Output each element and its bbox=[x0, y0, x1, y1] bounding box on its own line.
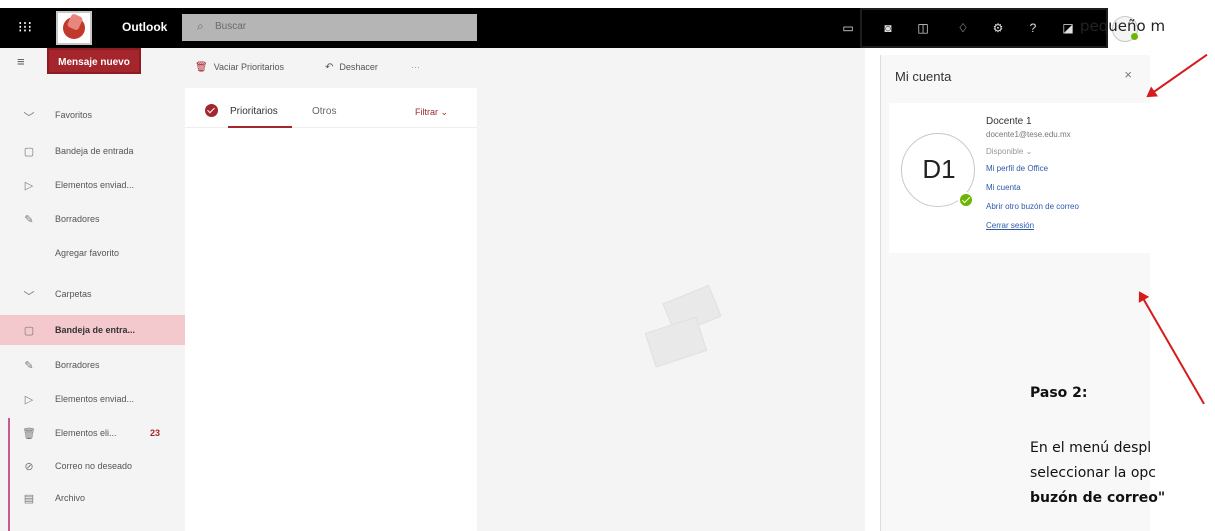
add-favorite-link[interactable]: Agregar favorito bbox=[0, 238, 185, 268]
search-placeholder: Buscar bbox=[215, 21, 247, 32]
my-account-panel: Mi cuenta × D1 Docente 1 docente1@tese.e… bbox=[880, 55, 1151, 531]
envelope-illustration-icon bbox=[644, 316, 708, 368]
filter-button[interactable]: Filtrar ⌄ bbox=[415, 107, 448, 118]
organization-logo bbox=[56, 11, 92, 45]
pencil-icon: ✎ bbox=[24, 360, 34, 372]
trash-icon: 🗑 bbox=[195, 62, 208, 73]
select-all-check-icon[interactable] bbox=[205, 104, 218, 117]
favorite-label: Borradores bbox=[55, 214, 100, 224]
panel-title: Mi cuenta bbox=[895, 69, 952, 84]
tab-other[interactable]: Otros bbox=[312, 106, 336, 117]
step-text-line: seleccionar la opc bbox=[1030, 465, 1156, 481]
user-name: Docente 1 bbox=[986, 116, 1032, 127]
folder-item-inbox[interactable]: ▢ Bandeja de entra... bbox=[0, 315, 185, 345]
app-launcher-icon[interactable]: ⁝⁝⁝ bbox=[16, 19, 34, 37]
office-profile-link[interactable]: Mi perfil de Office bbox=[986, 164, 1048, 173]
undo-icon: ↶ bbox=[325, 62, 334, 73]
inbox-pivot: Prioritarios Otros Filtrar ⌄ bbox=[185, 88, 477, 128]
teams-icon[interactable]: ◫ bbox=[915, 20, 931, 36]
favorite-item-inbox[interactable]: ▢ Bandeja de entrada bbox=[0, 136, 185, 166]
folders-header[interactable]: ﹀ Carpetas bbox=[0, 279, 185, 309]
favorite-label: Bandeja de entrada bbox=[55, 146, 134, 156]
add-favorite-label: Agregar favorito bbox=[55, 248, 120, 258]
archive-icon: ▤ bbox=[23, 493, 35, 505]
new-message-button[interactable]: Mensaje nuevo bbox=[47, 48, 141, 74]
empty-focused-button[interactable]: 🗑 Vaciar Prioritarios bbox=[195, 62, 284, 73]
chevron-down-icon: ﹀ bbox=[23, 291, 35, 303]
favorites-label: Favoritos bbox=[55, 110, 93, 120]
folder-label: Elementos eli... bbox=[55, 428, 117, 438]
step-title: Paso 2: bbox=[1030, 385, 1088, 401]
block-icon: ⊘ bbox=[24, 461, 34, 473]
logo-mark bbox=[63, 17, 85, 39]
favorites-header[interactable]: ﹀ Favoritos bbox=[0, 100, 185, 130]
my-account-link[interactable]: Mi cuenta bbox=[986, 183, 1021, 192]
step-text-line: buzón de correo" bbox=[1030, 490, 1166, 506]
status-dropdown[interactable]: Disponible ⌄ bbox=[986, 147, 1032, 156]
unread-count-badge: 23 bbox=[150, 428, 161, 438]
send-icon: ▷ bbox=[24, 180, 34, 192]
command-bar: 🗑 Vaciar Prioritarios ↶ Deshacer ··· bbox=[185, 48, 865, 88]
send-icon: ▷ bbox=[24, 394, 34, 406]
sign-out-link[interactable]: Cerrar sesión bbox=[986, 221, 1034, 230]
close-icon[interactable]: × bbox=[1124, 67, 1132, 82]
folder-label: Elementos enviad... bbox=[55, 394, 135, 404]
search-icon: ⌕ bbox=[197, 19, 204, 33]
message-list: Prioritarios Otros Filtrar ⌄ bbox=[185, 88, 477, 531]
top-bar-dark: ⁝⁝⁝ Outlook ⌕ Buscar ▭ ◙ ◫ ♢ ⚙ ? ◪ bbox=[0, 8, 1108, 48]
folder-item-archive[interactable]: ▤ Archivo bbox=[0, 483, 185, 513]
meet-now-icon[interactable]: ▭ bbox=[840, 20, 856, 36]
app-name[interactable]: Outlook bbox=[122, 20, 167, 34]
favorite-item-drafts[interactable]: ✎ Borradores bbox=[0, 204, 185, 234]
search-box[interactable]: ⌕ Buscar bbox=[182, 14, 477, 41]
favorite-item-sent[interactable]: ▷ Elementos enviad... bbox=[0, 170, 185, 200]
account-card: D1 Docente 1 docente1@tese.edu.mx Dispon… bbox=[889, 103, 1151, 253]
step-text-line: En el menú despl bbox=[1030, 440, 1152, 456]
chevron-down-icon: ﹀ bbox=[23, 112, 35, 124]
user-email: docente1@tese.edu.mx bbox=[986, 130, 1071, 139]
filter-label: Filtrar bbox=[415, 107, 438, 117]
folder-label: Bandeja de entra... bbox=[55, 325, 136, 335]
avatar-initials: D1 bbox=[922, 154, 956, 184]
folder-item-deleted[interactable]: 🗑 Elementos eli... 23 bbox=[0, 418, 185, 448]
folder-label: Archivo bbox=[55, 493, 86, 503]
inbox-icon: ▢ bbox=[23, 325, 35, 337]
pencil-icon: ✎ bbox=[24, 214, 34, 226]
annotation-top-text: pequeño m bbox=[1080, 17, 1166, 35]
folder-label: Borradores bbox=[55, 360, 100, 370]
trash-icon: 🗑 bbox=[22, 428, 36, 440]
status-label: Disponible bbox=[986, 147, 1024, 156]
profile-avatar[interactable]: D1 bbox=[901, 133, 975, 208]
more-options-button[interactable]: ··· bbox=[411, 62, 420, 72]
folder-item-drafts[interactable]: ✎ Borradores bbox=[0, 350, 185, 380]
folders-label: Carpetas bbox=[55, 289, 92, 299]
folder-item-sent[interactable]: ▷ Elementos enviad... bbox=[0, 384, 185, 414]
folder-label: Correo no deseado bbox=[55, 461, 133, 471]
folder-item-junk[interactable]: ⊘ Correo no deseado bbox=[0, 451, 185, 481]
settings-gear-icon[interactable]: ⚙ bbox=[990, 20, 1006, 36]
top-bar: ⁝⁝⁝ Outlook ⌕ Buscar ▭ ◙ ◫ ♢ ⚙ ? ◪ bbox=[0, 8, 1215, 48]
skype-icon[interactable]: ◙ bbox=[880, 20, 896, 36]
document-margin bbox=[1150, 55, 1215, 531]
favorite-label: Elementos enviad... bbox=[55, 180, 135, 190]
inbox-icon: ▢ bbox=[23, 146, 35, 158]
active-tab-underline bbox=[228, 126, 292, 128]
presence-available-icon bbox=[958, 192, 974, 208]
help-icon[interactable]: ? bbox=[1025, 20, 1041, 36]
feedback-icon[interactable]: ◪ bbox=[1060, 20, 1076, 36]
open-other-mailbox-link[interactable]: Abrir otro buzón de correo bbox=[986, 202, 1079, 211]
reading-pane bbox=[477, 88, 865, 531]
undo-button[interactable]: ↶ Deshacer bbox=[325, 62, 378, 73]
notifications-bell-icon[interactable]: ♢ bbox=[955, 20, 971, 36]
empty-focused-label: Vaciar Prioritarios bbox=[213, 62, 285, 72]
tab-focused[interactable]: Prioritarios bbox=[230, 106, 278, 117]
hamburger-menu-icon[interactable]: ≡ bbox=[17, 54, 25, 69]
undo-label: Deshacer bbox=[339, 62, 378, 72]
